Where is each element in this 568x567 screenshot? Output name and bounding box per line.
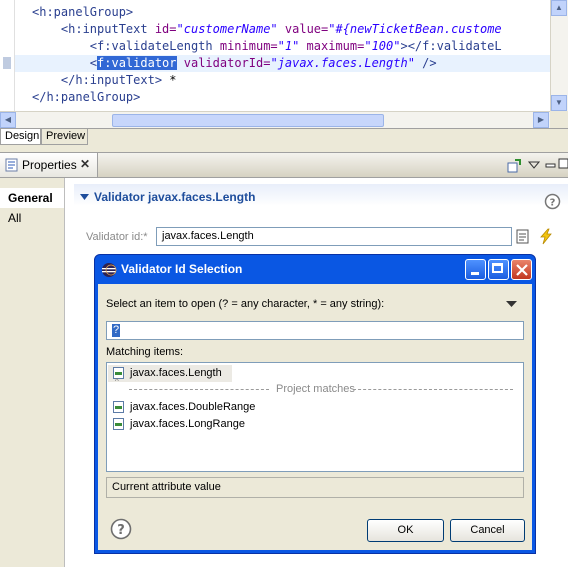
separator-line-left	[129, 389, 269, 390]
list-item[interactable]: javax.faces.LongRange	[108, 416, 258, 433]
validator-item-icon	[113, 401, 124, 413]
code-token: value=	[277, 22, 329, 36]
properties-view-toolbar: Properties ✕	[0, 152, 568, 178]
validator-id-label: Validator id:*	[86, 231, 148, 243]
list-item-label: javax.faces.Length	[130, 367, 222, 379]
code-token: </h:inputText>	[60, 73, 163, 87]
code-line[interactable]: </h:panelGroup>	[32, 89, 140, 106]
scroll-right-icon[interactable]: ▶	[533, 112, 549, 128]
code-token: "#{newTicketBean.custome	[328, 22, 502, 36]
code-line[interactable]: <f:validateLength minimum="1" maximum="1…	[32, 38, 502, 55]
cancel-button[interactable]: Cancel	[450, 519, 525, 542]
close-window-button[interactable]	[511, 259, 532, 280]
current-line-marker	[3, 57, 11, 69]
section-title: Validator javax.faces.Length	[94, 190, 256, 204]
properties-icon	[5, 158, 18, 172]
code-line[interactable]: </h:inputText> *	[32, 72, 177, 89]
editor-gutter	[0, 0, 15, 112]
code-line[interactable]: <h:inputText id="customerName" value="#{…	[32, 21, 502, 38]
status-text: Current attribute value	[112, 481, 221, 493]
browse-icon[interactable]	[516, 228, 532, 245]
maximize-window-icon	[492, 263, 503, 273]
svg-text:?: ?	[117, 523, 125, 538]
code-token: "100"	[364, 39, 401, 53]
tab-properties[interactable]: Properties ✕	[0, 153, 98, 177]
code-token: "customerName"	[176, 22, 278, 36]
validator-id-field[interactable]: javax.faces.Length	[156, 227, 512, 246]
status-line: Current attribute value	[106, 477, 524, 498]
tab-preview[interactable]: Preview	[41, 129, 88, 145]
dialog-title: Validator Id Selection	[121, 262, 243, 276]
scroll-up-icon[interactable]: ▲	[551, 0, 567, 16]
view-menu-icon[interactable]	[528, 160, 540, 170]
minimize-icon[interactable]	[545, 158, 557, 170]
filter-prompt: Select an item to open (? = any characte…	[106, 298, 385, 310]
code-token: <h:inputText	[60, 22, 155, 36]
validator-item-icon	[113, 418, 124, 430]
code-token: minimum=	[219, 39, 278, 53]
maximize-window-button[interactable]	[488, 259, 509, 280]
code-token: "javax.faces.Length"	[270, 56, 415, 70]
code-line[interactable]: <f:validator validatorId="javax.faces.Le…	[15, 55, 550, 72]
filter-input[interactable]: ?	[106, 321, 524, 340]
code-token: id=	[154, 22, 177, 36]
scroll-down-icon[interactable]: ▼	[551, 95, 567, 111]
filter-input-value: ?	[112, 324, 121, 337]
vertical-scrollbar[interactable]: ▲ ▼	[550, 0, 568, 112]
properties-tab-label: Properties	[22, 158, 77, 172]
horizontal-scroll-thumb[interactable]	[112, 114, 384, 127]
code-token: "1"	[277, 39, 300, 53]
code-token: <	[89, 56, 98, 70]
code-token: <h:panelGroup>	[32, 5, 134, 19]
maximize-icon[interactable]	[558, 158, 568, 170]
dialog-menu-icon[interactable]	[506, 301, 518, 309]
expand-marker-icon: ^	[115, 377, 119, 386]
eclipse-icon	[102, 263, 117, 277]
ok-button[interactable]: OK	[367, 519, 444, 542]
scrollbar-corner	[550, 111, 568, 128]
list-item-label: javax.faces.DoubleRange	[130, 401, 256, 413]
code-token: validatorId=	[176, 56, 271, 70]
matching-items-label: Matching items:	[106, 346, 184, 358]
code-token: ></f:validateL	[400, 39, 502, 53]
close-icon[interactable]: ✕	[80, 157, 90, 171]
collapse-triangle-icon[interactable]	[80, 193, 90, 201]
list-item[interactable]: javax.faces.Length	[108, 365, 232, 382]
code-token: />	[414, 56, 437, 70]
tab-general[interactable]: General	[0, 188, 64, 208]
code-token: </h:panelGroup>	[32, 90, 141, 104]
svg-text:?: ?	[550, 198, 556, 209]
matching-items-list[interactable]: javax.faces.Length ^ Project matches jav…	[106, 362, 524, 472]
minimize-window-icon	[471, 272, 479, 275]
list-item[interactable]: javax.faces.DoubleRange	[108, 399, 258, 416]
code-line[interactable]: <h:panelGroup>	[32, 4, 133, 21]
code-token: *	[162, 73, 177, 87]
help-icon[interactable]: ?	[544, 193, 561, 210]
selected-token: f:validator	[97, 56, 177, 70]
list-item-label: javax.faces.LongRange	[130, 418, 245, 430]
help-icon[interactable]: ?	[110, 518, 132, 540]
close-window-icon	[516, 264, 528, 276]
source-editor[interactable]: <h:panelGroup> <h:inputText id="customer…	[0, 0, 568, 129]
code-token: <f:validateLength	[89, 39, 220, 53]
dialog-title-bar[interactable]: Validator Id Selection	[99, 258, 532, 282]
separator-label: Project matches	[276, 383, 355, 395]
separator-line-right	[353, 389, 513, 390]
code-token: maximum=	[299, 39, 365, 53]
project-matches-separator: Project matches	[129, 383, 515, 396]
minimize-window-button[interactable]	[465, 259, 486, 280]
scroll-left-icon[interactable]: ◀	[0, 112, 16, 128]
horizontal-scrollbar[interactable]: ◀ ▶	[0, 111, 550, 128]
tab-design[interactable]: Design	[0, 129, 41, 145]
validator-id-selection-dialog: Validator Id Selection Select an item to…	[94, 254, 536, 554]
pin-icon[interactable]	[506, 158, 522, 174]
tab-all[interactable]: All	[0, 208, 64, 228]
dialog-body: Select an item to open (? = any characte…	[98, 284, 532, 550]
lightning-icon[interactable]	[538, 228, 554, 245]
properties-left-tabs: General All	[0, 178, 65, 567]
